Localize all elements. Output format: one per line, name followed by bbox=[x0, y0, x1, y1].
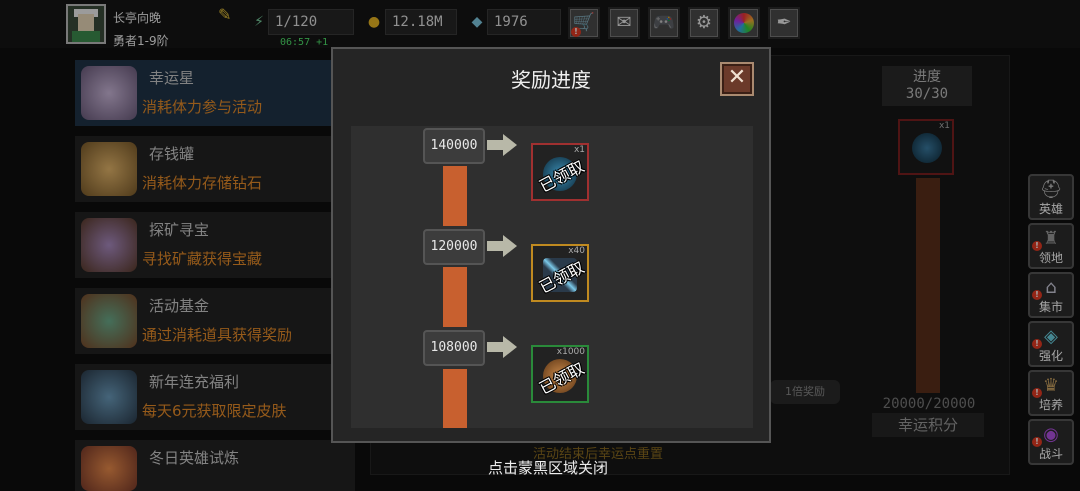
arrow-right-icon bbox=[487, 235, 519, 257]
progress-segment bbox=[443, 166, 467, 226]
modal-title: 奖励进度 bbox=[511, 68, 591, 92]
milestone-points: 140000 bbox=[423, 128, 485, 164]
reward-track: 140000 x1 已领取 120000 x40 已领取 108000 x100… bbox=[351, 126, 753, 428]
close-button[interactable]: ✕ bbox=[720, 62, 754, 96]
close-icon: ✕ bbox=[727, 65, 747, 90]
arrow-right-icon bbox=[487, 336, 519, 358]
reward-slot[interactable]: x40 已领取 bbox=[531, 244, 589, 302]
milestone-points: 108000 bbox=[423, 330, 485, 366]
progress-segment bbox=[443, 369, 467, 428]
reward-slot[interactable]: x1 已领取 bbox=[531, 143, 589, 201]
arrow-right-icon bbox=[487, 134, 519, 156]
close-hint: 点击蒙黑区域关闭 bbox=[487, 459, 608, 477]
progress-segment bbox=[443, 267, 467, 327]
milestone-points: 120000 bbox=[423, 229, 485, 265]
reward-slot[interactable]: x1000 已领取 bbox=[531, 345, 589, 403]
reward-progress-modal: 奖励进度 ✕ 140000 x1 已领取 120000 x40 已领取 1080… bbox=[331, 47, 771, 443]
